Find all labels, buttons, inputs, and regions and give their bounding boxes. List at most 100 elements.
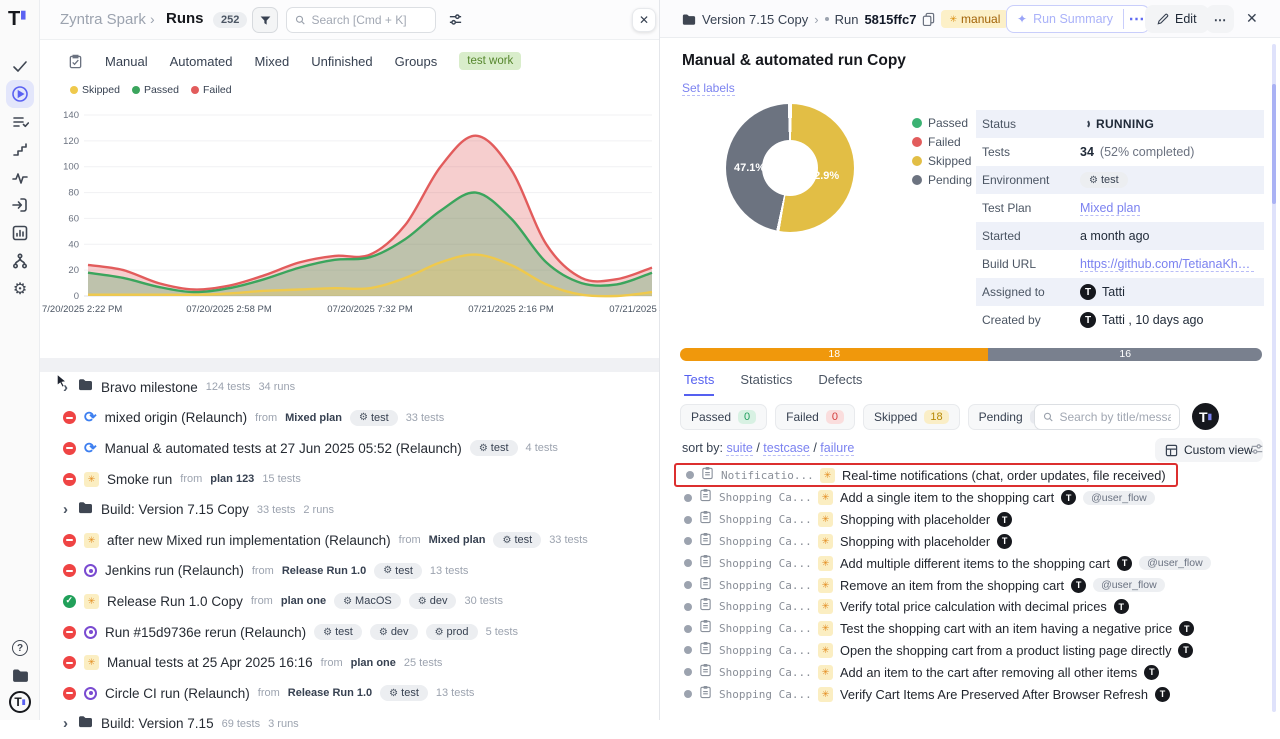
test-row[interactable]: Shopping Ca...✳Remove an item from the s… [660,574,1280,596]
runs-group-row[interactable]: ›Bravo milestone124 tests34 runs [40,372,659,403]
report-icon[interactable] [6,219,34,247]
custom-view-button[interactable]: Custom view [1155,438,1263,462]
gear-icon[interactable]: ⚙ [6,275,34,303]
run-title[interactable]: Manual & automated tests at 27 Jun 2025 … [105,441,462,456]
plan-name[interactable]: Mixed plan [429,534,486,546]
run-summary-button[interactable]: ✦Run Summary ⋯ [1006,5,1150,33]
tab-statistics[interactable]: Statistics [740,372,792,396]
sort-link-failure[interactable]: failure [820,441,854,456]
run-row[interactable]: ✳after new Mixed run implementation (Rel… [40,525,659,556]
help-icon[interactable]: ? [6,634,34,662]
scrollbar-thumb[interactable] [1272,84,1276,204]
expand-chevron-icon[interactable]: › [63,715,68,732]
filter-pill-skipped[interactable]: Skipped18 [863,404,960,430]
import-icon[interactable] [6,191,34,219]
filter-pill-passed[interactable]: Passed0 [680,404,767,430]
runs-group-row[interactable]: ›Build: Version 7.1569 tests3 runs [40,709,659,739]
test-title[interactable]: Real-time notifications (chat, order upd… [842,468,1166,483]
run-row[interactable]: Jenkins run (Relaunch)fromRelease Run 1.… [40,556,659,587]
steps-icon[interactable] [6,136,34,164]
run-title[interactable]: Smoke run [107,472,172,487]
test-row[interactable]: Shopping Ca...✳Open the shopping cart fr… [660,640,1280,662]
test-row[interactable]: Shopping Ca...✳Test the shopping cart wi… [660,618,1280,640]
pulse-icon[interactable] [6,164,34,192]
run-title[interactable]: mixed origin (Relaunch) [105,410,248,425]
plan-name[interactable]: plan 123 [210,473,254,485]
runs-search-input[interactable] [286,7,436,33]
breadcrumb-build[interactable]: Version 7.15 Copy [702,12,808,27]
breadcrumb-project[interactable]: Zyntra Spark [60,11,146,28]
test-row[interactable]: Shopping Ca...✳Verify total price calcul… [660,596,1280,618]
tab-defects[interactable]: Defects [818,372,862,396]
sort-link-suite[interactable]: suite [726,441,752,456]
test-title[interactable]: Add a single item to the shopping cart [840,490,1054,505]
run-title[interactable]: Run #15d9736e rerun (Relaunch) [105,625,306,640]
run-title[interactable]: Jenkins run (Relaunch) [105,563,244,578]
folder-icon[interactable] [6,661,34,689]
user-avatar[interactable]: T▮ [1192,403,1219,430]
test-row[interactable]: Shopping Ca...✳Add an item to the cart a… [660,661,1280,683]
plan-name[interactable]: Release Run 1.0 [282,565,366,577]
test-row[interactable]: Shopping Ca...✳Add multiple different it… [660,552,1280,574]
run-row[interactable]: ✳Smoke runfromplan 12315 tests [40,464,659,495]
close-detail-button[interactable]: ✕ [1246,10,1258,27]
plan-name[interactable]: Release Run 1.0 [288,687,372,699]
set-labels-link[interactable]: Set labels [682,81,735,96]
column-settings-icon[interactable] [448,12,463,32]
group-title[interactable]: Build: Version 7.15 Copy [101,502,249,517]
runs-group-row[interactable]: ›Build: Version 7.15 Copy33 tests2 runs [40,494,659,525]
group-title[interactable]: Build: Version 7.15 [101,716,214,731]
test-title[interactable]: Add multiple different items to the shop… [840,556,1110,571]
more-actions-button[interactable]: ⋯ [1206,5,1234,33]
info-link[interactable]: https://github.com/TetianaKhomen... [1080,257,1254,272]
edit-button[interactable]: Edit [1145,5,1209,33]
run-title[interactable]: Manual tests at 25 Apr 2025 16:16 [107,655,313,670]
copy-icon[interactable] [922,12,935,26]
plan-name[interactable]: plan one [281,595,326,607]
expand-chevron-icon[interactable]: › [63,501,68,518]
tests-search-input[interactable] [1034,404,1180,430]
test-row[interactable]: Shopping Ca...✳Shopping with placeholder… [660,509,1280,531]
run-title[interactable]: Circle CI run (Relaunch) [105,686,250,701]
test-title[interactable]: Shopping with placeholder [840,512,990,527]
run-row[interactable]: ✳Manual tests at 25 Apr 2025 16:16frompl… [40,647,659,678]
tab-tests[interactable]: Tests [684,372,714,396]
view-settings-icon[interactable] [1250,442,1264,461]
test-row[interactable]: Shopping Ca...✳Verify Cart Items Are Pre… [660,683,1280,705]
run-row[interactable]: ✳Release Run 1.0 Copyfromplan one⚙MacOS⚙… [40,586,659,617]
run-title[interactable]: after new Mixed run implementation (Rela… [107,533,391,548]
run-title[interactable]: Release Run 1.0 Copy [107,594,243,609]
tab-automated[interactable]: Automated [170,54,233,69]
test-title[interactable]: Add an item to the cart after removing a… [840,665,1137,680]
tab-unfinished[interactable]: Unfinished [311,54,372,69]
test-row[interactable]: Notificatio...✳Real-time notifications (… [674,463,1178,487]
run-row[interactable]: Run #15d9736e rerun (Relaunch)⚙test⚙dev⚙… [40,617,659,648]
tag-badge[interactable]: test work [459,52,521,70]
test-title[interactable]: Open the shopping cart from a product li… [840,643,1171,658]
app-logo-icon[interactable]: T▮ [8,8,32,32]
scrollbar[interactable] [1272,44,1276,712]
tab-groups[interactable]: Groups [395,54,438,69]
info-link[interactable]: Mixed plan [1080,201,1140,216]
check-icon[interactable] [6,52,34,80]
run-row[interactable]: ⟳Manual & automated tests at 27 Jun 2025… [40,433,659,464]
filter-pill-failed[interactable]: Failed0 [775,404,855,430]
run-row[interactable]: Circle CI run (Relaunch)fromRelease Run … [40,678,659,709]
plan-name[interactable]: Mixed plan [285,412,342,424]
run-row[interactable]: ⟳mixed origin (Relaunch)fromMixed plan⚙t… [40,403,659,434]
test-row[interactable]: Shopping Ca...✳Shopping with placeholder… [660,531,1280,553]
test-title[interactable]: Remove an item from the shopping cart [840,578,1064,593]
filter-button[interactable] [252,7,278,33]
plan-name[interactable]: plan one [351,657,396,669]
test-title[interactable]: Shopping with placeholder [840,534,990,549]
profile-avatar[interactable]: T▮ [6,688,34,716]
group-title[interactable]: Bravo milestone [101,380,198,395]
test-title[interactable]: Test the shopping cart with an item havi… [840,621,1172,636]
runs-play-icon[interactable] [6,80,34,108]
test-title[interactable]: Verify Cart Items Are Preserved After Br… [840,687,1148,702]
sort-link-testcase[interactable]: testcase [763,441,810,456]
tab-mixed[interactable]: Mixed [255,54,290,69]
test-title[interactable]: Verify total price calculation with deci… [840,599,1107,614]
tab-manual[interactable]: Manual [105,54,148,69]
close-panel-button[interactable]: ✕ [632,8,656,32]
